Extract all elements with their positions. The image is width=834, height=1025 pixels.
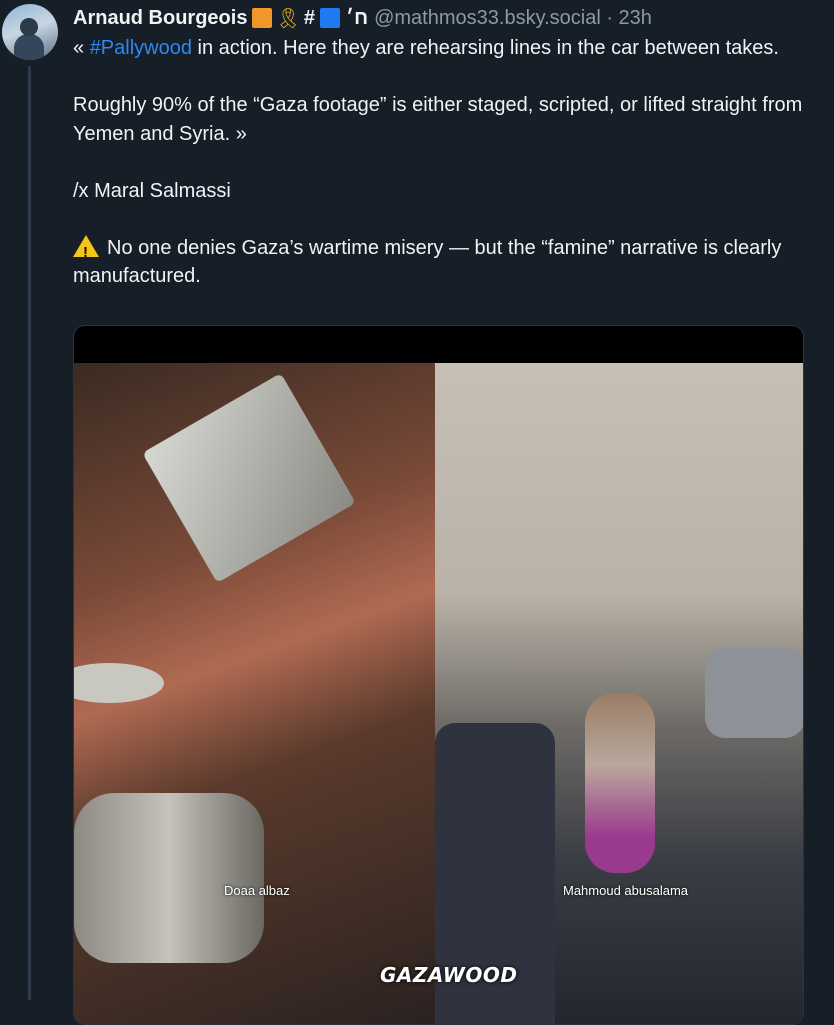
avatar-figure-body — [14, 34, 44, 60]
hebrew-badge: ח׳ — [345, 6, 369, 29]
post-text: « #Pallywood in action. Here they are re… — [73, 34, 818, 291]
paragraph-1-text: in action. Here they are rehearsing line… — [191, 37, 779, 59]
paragraph-4-text: No one denies Gaza’s wartime misery — bu… — [73, 236, 782, 288]
hashtag-link[interactable]: #Pallywood — [90, 37, 192, 59]
pot-image — [142, 373, 356, 583]
left-caption: Doaa albaz — [224, 883, 290, 898]
barrel-image — [74, 793, 264, 963]
right-caption: Mahmoud abusalama — [563, 883, 689, 898]
avatar[interactable] — [2, 4, 58, 60]
thread-line — [28, 66, 31, 1000]
hash-badge: # — [303, 6, 315, 29]
author-name[interactable]: Arnaud Bourgeois — [73, 7, 247, 30]
pot-lid-image — [74, 663, 164, 703]
paragraph-3: /x Maral Salmassi — [73, 179, 231, 202]
quote-open: « — [73, 37, 90, 59]
video-left-panel: Doaa albaz — [74, 363, 435, 1024]
orange-square-icon — [252, 8, 273, 28]
post-header: Arnaud Bourgeois 🎗 # ח׳ @mathmos33.bsky.… — [73, 5, 652, 31]
paragraph-4: No one denies Gaza’s wartime misery — bu… — [73, 234, 818, 291]
blue-square-icon — [319, 8, 340, 28]
paragraph-1: « #Pallywood in action. Here they are re… — [73, 34, 818, 63]
passenger-image — [585, 693, 655, 873]
warning-icon — [73, 234, 99, 267]
video-embed[interactable]: Doaa albaz Mahmoud abusalama GAZAWOOD — [73, 325, 804, 1025]
avatar-figure-head — [20, 18, 38, 36]
video-right-panel: Mahmoud abusalama — [435, 363, 803, 1024]
yellow-ribbon-icon: 🎗 — [275, 7, 301, 30]
gazawood-watermark: GAZAWOOD — [380, 963, 518, 987]
headrest-image — [705, 648, 803, 738]
paragraph-2: Roughly 90% of the “Gaza footage” is eit… — [73, 94, 803, 145]
author-handle-timestamp[interactable]: @mathmos33.bsky.social · 23h — [374, 7, 652, 30]
